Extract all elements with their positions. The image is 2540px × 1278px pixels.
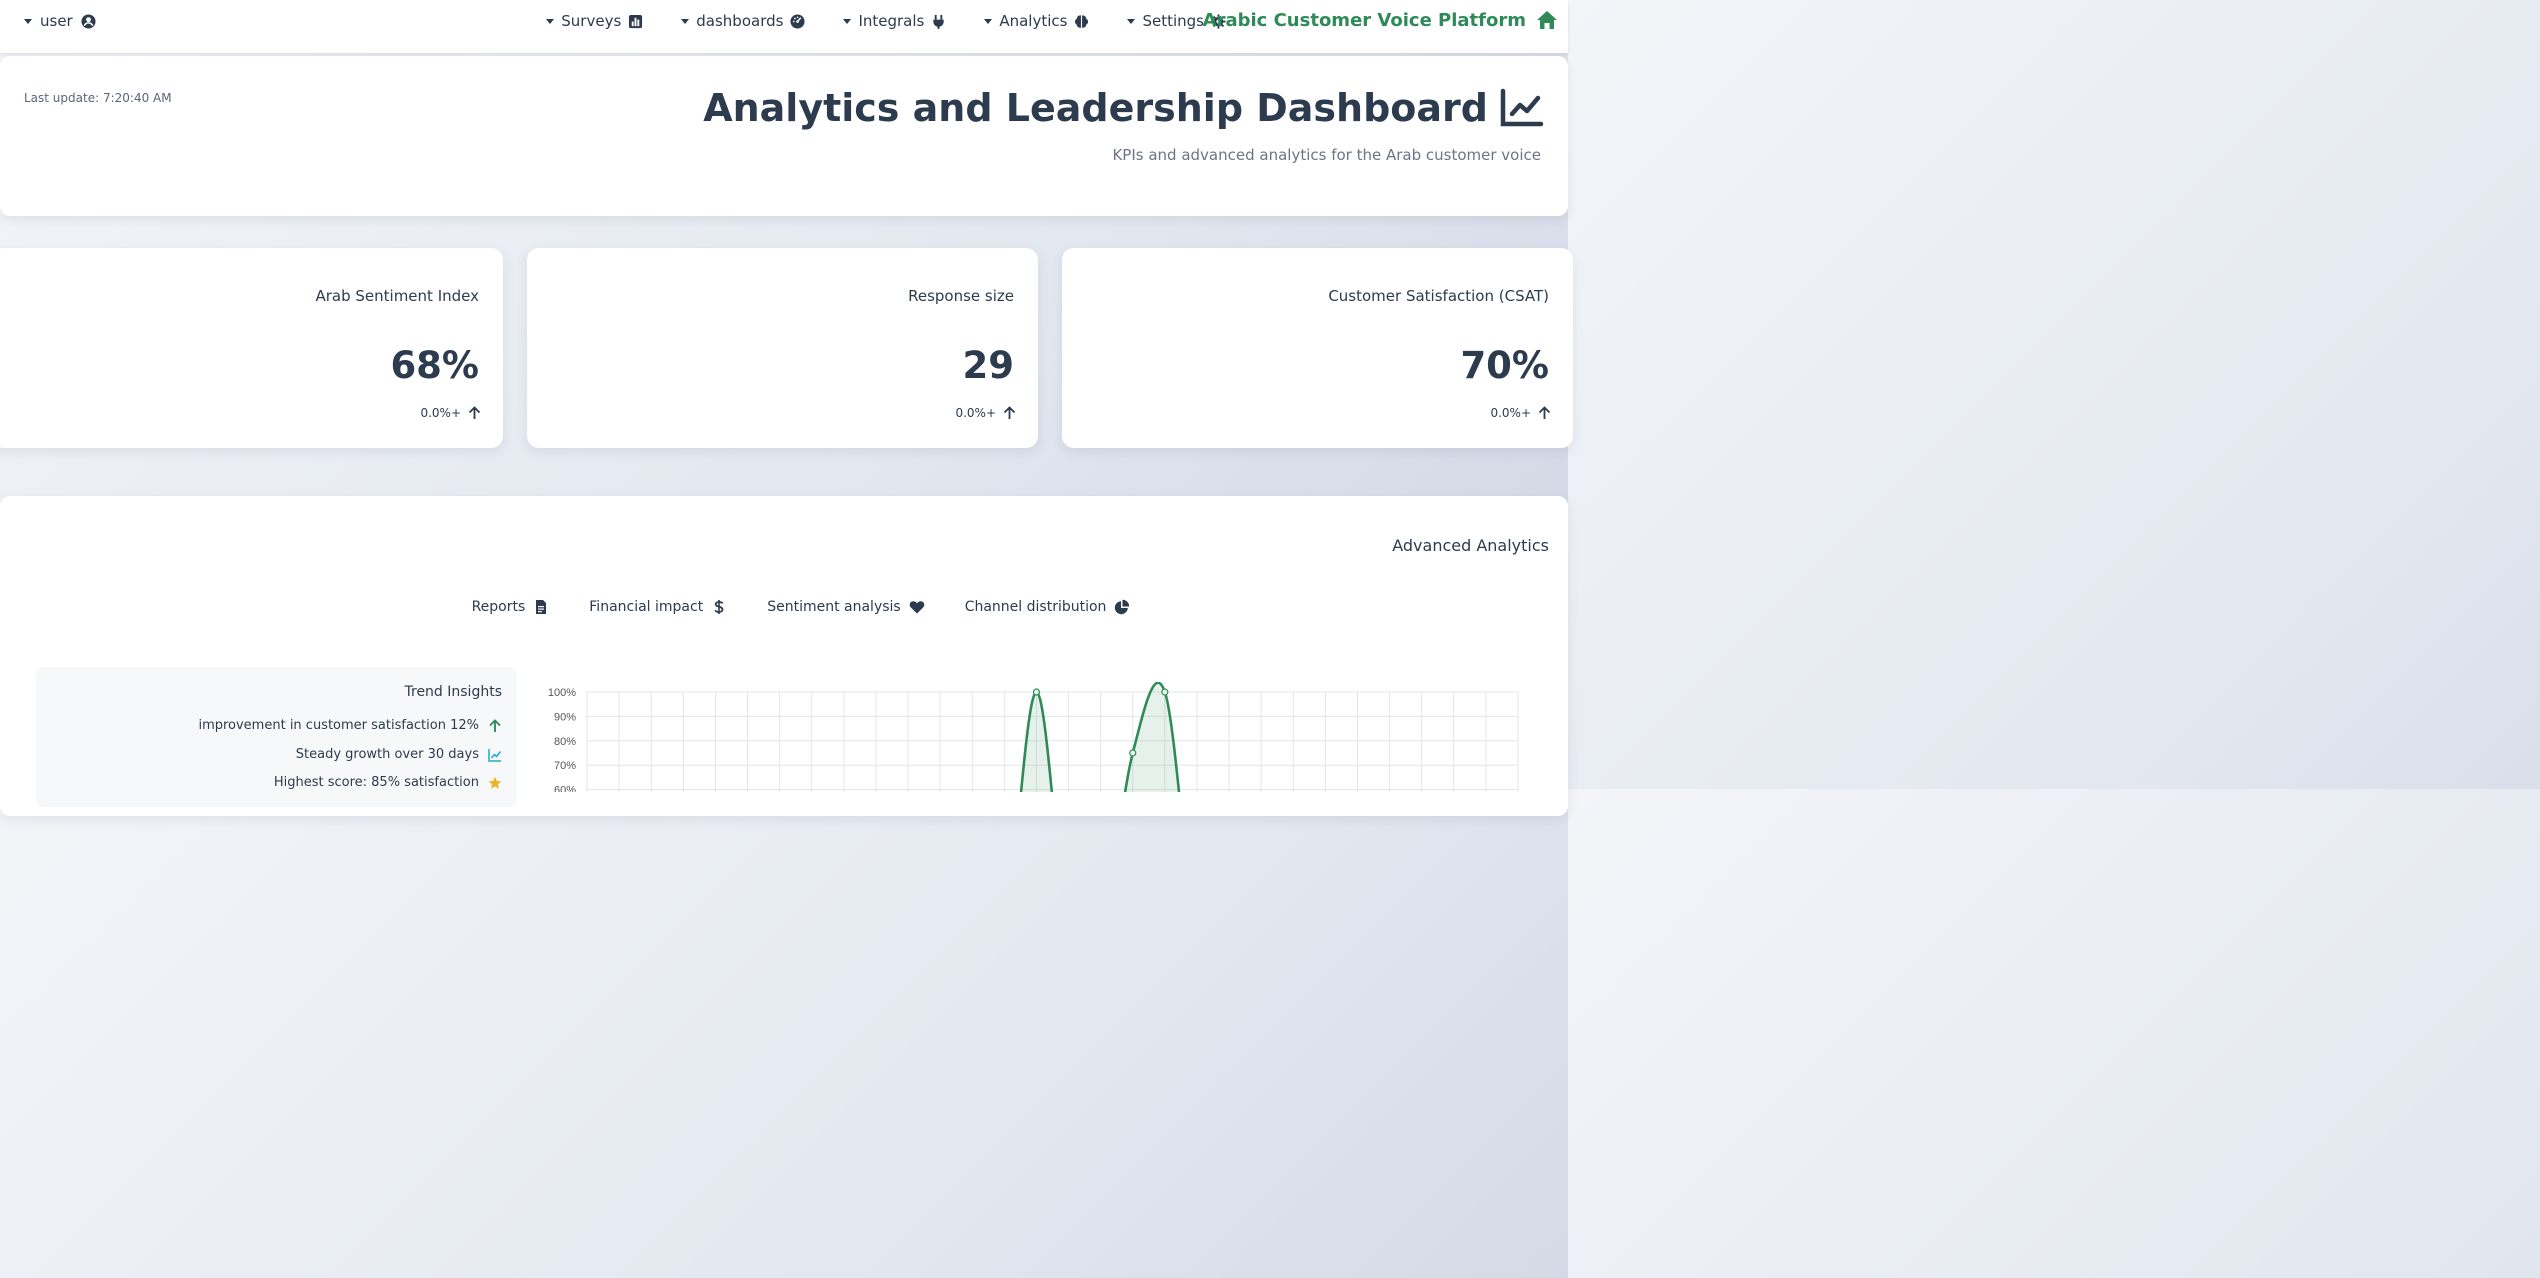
pie-chart-icon [1115, 599, 1130, 615]
insight-item: Highest score: 85% satisfaction [274, 775, 502, 790]
insight-text: Steady growth over 30 days [295, 747, 479, 762]
y-tick-label: 100% [548, 687, 576, 699]
kpi-change-text: 0.0%+ [955, 406, 996, 420]
brand-name: Arabic Customer Voice Platform [1202, 9, 1526, 31]
nav-surveys-label: Surveys [561, 12, 622, 30]
caret-down-icon [1127, 18, 1136, 24]
data-point [1161, 688, 1169, 696]
caret-down-icon [984, 18, 993, 24]
tab-financial-impact[interactable]: Financial impact [589, 599, 727, 615]
data-point [1032, 688, 1041, 696]
heart-icon [909, 601, 924, 614]
tab-channel-distribution[interactable]: Channel distribution [965, 599, 1131, 615]
arrow-up-icon [1003, 406, 1016, 419]
kpi-change: 0.0%+ [1490, 406, 1551, 420]
kpi-card-csat: Customer Satisfaction (CSAT) 70% 0.0%+ [1062, 248, 1573, 448]
caret-down-icon [546, 18, 555, 24]
nav-dashboards[interactable]: dashboards [681, 12, 805, 30]
arrow-up-icon [468, 406, 481, 419]
kpi-change: 0.0%+ [955, 406, 1016, 420]
data-point [1129, 749, 1137, 757]
y-tick-label: 70% [554, 760, 576, 772]
nav-analytics[interactable]: Analytics [984, 12, 1089, 30]
user-menu[interactable]: user [24, 12, 96, 30]
page-title-text: Analytics and Leadership Dashboard [703, 86, 1488, 130]
y-tick-label: 60% [554, 785, 576, 792]
nav-analytics-label: Analytics [999, 12, 1068, 30]
analytics-tabs: Reports Financial impact Sentiment analy… [0, 599, 1568, 615]
tab-reports[interactable]: Reports [472, 599, 550, 615]
star-icon [488, 776, 502, 789]
insight-text: Highest score: 85% satisfaction [273, 775, 479, 790]
page-header-card: Last update: 7:20:40 AM Analytics and Le… [0, 56, 1568, 216]
tab-sentiment-analysis[interactable]: Sentiment analysis [767, 599, 925, 615]
nav-dashboards-label: dashboards [696, 12, 784, 30]
top-navbar: user Surveys dashboards Integrals Analyt… [0, 0, 1568, 53]
page-title: Analytics and Leadership Dashboard [703, 86, 1544, 130]
nav-integrals[interactable]: Integrals [843, 12, 946, 30]
tab-label: Sentiment analysis [767, 599, 901, 615]
nav-integrals-label: Integrals [858, 12, 925, 30]
kpi-change-text: 0.0%+ [420, 406, 461, 420]
kpi-change: 0.0%+ [420, 406, 481, 420]
insight-text: improvement in customer satisfaction 12% [198, 718, 479, 733]
kpi-title: Arab Sentiment Index [315, 287, 479, 305]
y-tick-label: 90% [554, 711, 576, 723]
kpi-value: 70% [1460, 344, 1549, 387]
plug-icon [933, 14, 944, 29]
insight-item: improvement in customer satisfaction 12% [198, 718, 502, 733]
tab-label: Financial impact [589, 599, 704, 615]
dollar-icon [714, 600, 724, 614]
line-chart-icon [488, 748, 502, 762]
kpi-value: 29 [962, 344, 1015, 387]
brand-home-link[interactable]: Arabic Customer Voice Platform [1203, 9, 1558, 31]
insight-item: Steady growth over 30 days [296, 747, 502, 762]
line-chart-icon [1500, 88, 1544, 127]
home-icon [1537, 11, 1557, 29]
arrow-up-icon [1538, 406, 1551, 419]
y-tick-label: 80% [554, 736, 576, 748]
kpi-title: Response size [908, 287, 1014, 305]
caret-down-icon [681, 18, 690, 24]
user-circle-icon [81, 13, 96, 29]
kpi-value: 68% [390, 344, 479, 387]
user-label: user [40, 12, 73, 30]
nav-surveys[interactable]: Surveys [546, 12, 643, 30]
advanced-analytics-card: Advanced Analytics Reports Financial imp… [0, 496, 1568, 816]
satisfaction-area-chart: 100% 90% 80% 70% 60% [548, 682, 1519, 792]
arrow-up-icon [489, 718, 501, 732]
nav-settings-label: Settings [1142, 12, 1204, 30]
kpi-card-sentiment: Arab Sentiment Index 68% 0.0%+ [0, 248, 503, 448]
chart-bar-icon [629, 14, 643, 28]
area-fill [1021, 682, 1180, 792]
tab-label: Reports [471, 599, 526, 615]
series-line [1019, 682, 1181, 792]
caret-down-icon [24, 18, 32, 24]
file-icon [536, 600, 547, 614]
advanced-analytics-title: Advanced Analytics [1392, 536, 1549, 555]
kpi-card-response-size: Response size 29 0.0%+ [527, 248, 1038, 448]
main-nav-menu: Surveys dashboards Integrals Analytics S… [546, 12, 1226, 30]
gauge-icon [790, 13, 805, 29]
caret-down-icon [843, 18, 852, 24]
last-update-text: Last update: 7:20:40 AM [24, 91, 172, 105]
tab-label: Channel distribution [964, 599, 1107, 615]
brain-icon [1075, 14, 1089, 28]
trend-insights-title: Trend Insights [404, 684, 503, 700]
page-subtitle: KPIs and advanced analytics for the Arab… [1112, 146, 1541, 164]
trend-insights-panel: Trend Insights improvement in customer s… [36, 667, 517, 807]
kpi-change-text: 0.0%+ [1490, 406, 1531, 420]
kpi-title: Customer Satisfaction (CSAT) [1328, 287, 1549, 305]
